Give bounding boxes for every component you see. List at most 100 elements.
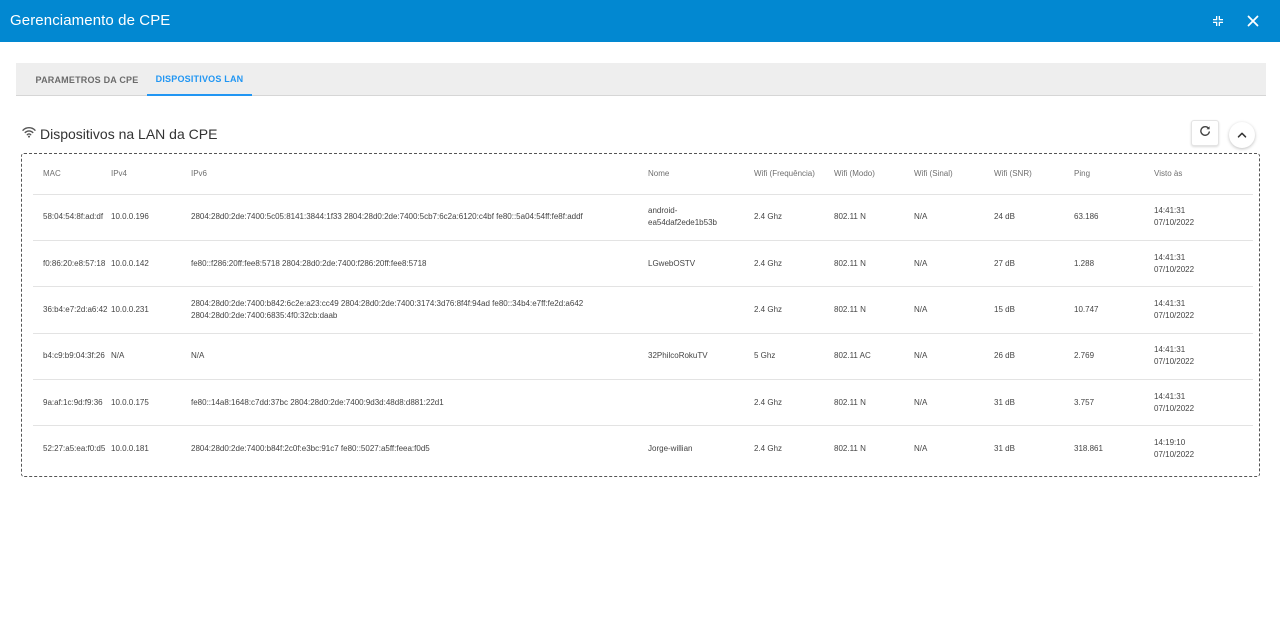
close-icon[interactable]: [1243, 11, 1263, 31]
wifi-icon: [22, 125, 36, 143]
chevron-up-icon: [1237, 126, 1247, 144]
column-header-wifi-modo[interactable]: Wifi (Modo): [834, 154, 914, 195]
cell-wifi-sinal: N/A: [914, 333, 994, 381]
visto-date: 07/10/2022: [1154, 357, 1195, 367]
cell-ping: 10.747: [1074, 286, 1154, 334]
cell-ipv6: fe80::14a8:1648:c7dd:37bc 2804:28d0:2de:…: [191, 379, 648, 427]
cell-nome: LGwebOSTV: [648, 240, 754, 288]
cell-ping: 63.186: [1074, 194, 1154, 241]
visto-time: 14:41:31: [1154, 345, 1186, 355]
cell-mac: 36:b4:e7:2d:a6:42: [33, 286, 111, 334]
visto-time: 14:41:31: [1154, 391, 1186, 401]
collapse-section-button[interactable]: [1229, 122, 1255, 148]
column-header-wifi-snr[interactable]: Wifi (SNR): [994, 154, 1074, 195]
section-header: Dispositivos na LAN da CPE: [22, 124, 217, 144]
table-row[interactable]: 58:04:54:8f:ad:df 10.0.0.196 2804:28d0:2de…: [33, 194, 1253, 241]
cell-nome: [648, 379, 754, 427]
cell-wifi-snr: 24 dB: [994, 194, 1074, 241]
visto-date: 07/10/2022: [1154, 264, 1195, 274]
cell-ping: 1.288: [1074, 240, 1154, 288]
refresh-icon: [1199, 124, 1211, 142]
cell-mac: 9a:af:1c:9d:f9:36: [33, 379, 111, 427]
cell-wifi-frequencia: 2.4 Ghz: [754, 444, 783, 454]
cell-wifi-snr: 15 dB: [994, 286, 1074, 334]
table-header-row: MAC IPv4 IPv6 Nome Wifi (Frequência) Wif…: [33, 154, 1253, 195]
section-title: Dispositivos na LAN da CPE: [40, 126, 218, 142]
table-row[interactable]: 52:27:a5:ea:f0:d5 10.0.0.181 2804:28d0:2de…: [33, 426, 1253, 472]
tab-parametros-da-cpe[interactable]: PARAMETROS DA CPE: [25, 63, 149, 96]
cell-ping: 318.861: [1074, 444, 1103, 454]
cell-wifi-modo: 802.11 N: [834, 444, 866, 454]
collapse-arrows-icon[interactable]: [1208, 11, 1228, 31]
cell-nome: android-ea54daf2ede1b53b: [648, 194, 754, 241]
column-header-ping[interactable]: Ping: [1074, 154, 1154, 195]
cell-wifi-sinal: N/A: [914, 240, 994, 288]
cell-wifi-frequencia: 5 Ghz: [754, 333, 834, 381]
column-header-ipv6[interactable]: IPv6: [191, 154, 648, 195]
cell-wifi-snr: 31 dB: [994, 379, 1074, 427]
devices-table-container: MAC IPv4 IPv6 Nome Wifi (Frequência) Wif…: [21, 153, 1260, 477]
cell-visto-as: 14:41:31 07/10/2022: [1154, 379, 1253, 427]
cell-wifi-modo: 802.11 N: [834, 240, 914, 288]
cell-visto-as: 14:41:31 07/10/2022: [1154, 194, 1253, 241]
visto-date: 07/10/2022: [1154, 403, 1195, 413]
column-header-wifi-sinal[interactable]: Wifi (Sinal): [914, 154, 994, 195]
cell-wifi-modo: 802.11 N: [834, 379, 914, 427]
cell-ping: 2.769: [1074, 333, 1154, 381]
devices-table: MAC IPv4 IPv6 Nome Wifi (Frequência) Wif…: [33, 154, 1253, 472]
column-header-ipv4[interactable]: IPv4: [111, 154, 191, 195]
window-title: Gerenciamento de CPE: [10, 12, 171, 29]
tab-bar: PARAMETROS DA CPE DISPOSITIVOS LAN: [16, 63, 1266, 96]
table-row[interactable]: f0:86:20:e8:57:18 10.0.0.142 fe80::f286:20…: [33, 240, 1253, 288]
table-row[interactable]: 36:b4:e7:2d:a6:42 10.0.0.231 2804:28d0:2de…: [33, 286, 1253, 334]
cell-visto-as: 14:41:31 07/10/2022: [1154, 240, 1253, 288]
visto-date: 07/10/2022: [1154, 218, 1195, 228]
cell-wifi-modo: 802.11 AC: [834, 333, 914, 381]
cell-nome: [648, 286, 754, 334]
cell-mac: b4:c9:b9:04:3f:26: [33, 333, 111, 381]
cell-visto-as: 14:19:10 07/10/2022: [1154, 426, 1253, 472]
visto-time: 14:41:31: [1154, 206, 1186, 216]
table-row[interactable]: b4:c9:b9:04:3f:26 N/A N/A 32PhilcoRokuTV 5 G…: [33, 333, 1253, 381]
cell-ipv6: 2804:28d0:2de:7400:b84f:2c0f:e3bc:91c7 f…: [191, 444, 430, 454]
cell-wifi-sinal: N/A: [914, 379, 994, 427]
cell-ipv6: 2804:28d0:2de:7400:b842:6c2e:a23:cc49 28…: [191, 286, 648, 334]
column-header-wifi-frequencia[interactable]: Wifi (Frequência): [754, 154, 834, 195]
cell-wifi-frequencia: 2.4 Ghz: [754, 286, 834, 334]
cell-ipv4: 10.0.0.231: [111, 286, 191, 334]
cell-wifi-modo: 802.11 N: [834, 286, 914, 334]
cell-wifi-sinal: N/A: [914, 444, 928, 454]
visto-time: 14:19:10: [1154, 438, 1186, 448]
column-header-nome[interactable]: Nome: [648, 154, 754, 195]
visto-time: 14:41:31: [1154, 252, 1186, 262]
cell-ipv4: N/A: [111, 333, 191, 381]
cell-visto-as: 14:41:31 07/10/2022: [1154, 286, 1253, 334]
cell-wifi-snr: 26 dB: [994, 333, 1074, 381]
column-header-mac[interactable]: MAC: [33, 154, 111, 195]
cell-visto-as: 14:41:31 07/10/2022: [1154, 333, 1253, 381]
cell-ipv4: 10.0.0.181: [111, 444, 149, 454]
column-header-visto-as[interactable]: Visto às: [1154, 154, 1253, 195]
visto-time: 14:41:31: [1154, 298, 1186, 308]
refresh-button[interactable]: [1191, 120, 1219, 146]
tab-dispositivos-lan[interactable]: DISPOSITIVOS LAN: [147, 63, 252, 96]
cell-ipv6: 2804:28d0:2de:7400:5c05:8141:3844:1f33 2…: [191, 194, 648, 241]
visto-date: 07/10/2022: [1154, 310, 1195, 320]
cell-mac: f0:86:20:e8:57:18: [33, 240, 111, 288]
cell-mac: 58:04:54:8f:ad:df: [33, 194, 111, 241]
cell-ipv4: 10.0.0.142: [111, 240, 191, 288]
cell-wifi-snr: 27 dB: [994, 240, 1074, 288]
title-bar: Gerenciamento de CPE: [0, 0, 1280, 42]
cell-ipv4: 10.0.0.175: [111, 379, 191, 427]
cell-ping: 3.757: [1074, 379, 1154, 427]
cell-ipv4: 10.0.0.196: [111, 194, 191, 241]
cell-wifi-snr: 31 dB: [994, 444, 1015, 454]
cell-wifi-sinal: N/A: [914, 286, 994, 334]
cell-mac: 52:27:a5:ea:f0:d5: [43, 444, 106, 454]
cell-nome: 32PhilcoRokuTV: [648, 333, 754, 381]
table-row[interactable]: 9a:af:1c:9d:f9:36 10.0.0.175 fe80::14a8:16…: [33, 379, 1253, 427]
cell-ipv6: fe80::f286:20ff:fee8:5718 2804:28d0:2de:…: [191, 240, 648, 288]
visto-date: 07/10/2022: [1154, 450, 1195, 460]
cell-wifi-frequencia: 2.4 Ghz: [754, 379, 834, 427]
cell-wifi-frequencia: 2.4 Ghz: [754, 240, 834, 288]
